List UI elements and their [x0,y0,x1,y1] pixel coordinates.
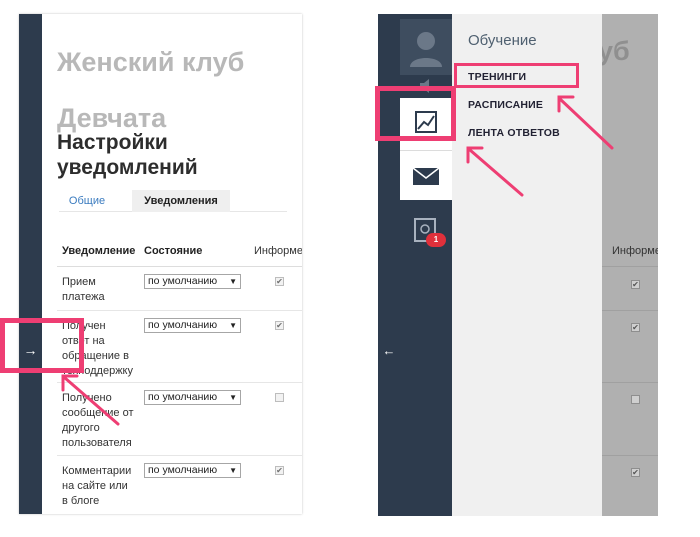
settings-page: Женский клуб Девчата Настройки уведомлен… [42,14,302,514]
column-header-inform: Информе [254,245,302,257]
notification-badge: 1 [426,233,446,247]
collapse-sidebar-arrow-icon[interactable]: ← [382,344,396,358]
collapsed-sidebar: → [19,14,42,514]
state-select[interactable]: по умолчанию ▼ [144,274,241,289]
column-header-notification: Уведомление [62,245,136,257]
state-select[interactable]: по умолчанию ▼ [144,463,241,478]
dropdown-arrow-icon: ▼ [229,277,237,286]
highlight-box-chart [375,86,456,141]
settings-tabs: Общие Уведомления [59,190,287,212]
state-select[interactable]: по умолчанию ▼ [144,390,241,405]
background-checkbox: ✔ [631,468,640,477]
left-screenshot-panel: → Женский клуб Девчата Настройки уведомл… [19,14,302,514]
dropdown-arrow-icon: ▼ [229,393,237,402]
table-row: Комментарии на сайте или в блоге по умол… [57,456,302,514]
background-divider [602,382,658,383]
dropdown-arrow-icon: ▼ [229,321,237,330]
background-checkbox [631,395,640,404]
inform-checkbox[interactable]: ✔ [275,277,284,286]
tab-notifications[interactable]: Уведомления [132,190,230,212]
notification-label: Прием платежа [62,276,105,303]
flyout-menu: Обучение ТРЕНИНГИ РАСПИСАНИЕ ЛЕНТА ОТВЕТ… [452,14,602,516]
state-select[interactable]: по умолчанию ▼ [144,318,241,333]
background-divider [602,266,658,267]
dropdown-arrow-icon: ▼ [229,466,237,475]
menu-title: Обучение [468,32,537,49]
table-row: Получено сообщение от другого пользовате… [57,383,302,456]
certificate-icon[interactable] [400,207,452,259]
menu-item-schedule[interactable]: РАСПИСАНИЕ [468,99,543,111]
background-site-title: уб [598,36,630,66]
highlight-box-expand [0,318,84,373]
inform-checkbox[interactable] [275,393,284,402]
page-title: Настройки уведомлений [57,131,198,179]
inform-checkbox[interactable]: ✔ [275,321,284,330]
background-divider [602,455,658,456]
menu-item-answers-feed[interactable]: ЛЕНТА ОТВЕТОВ [468,127,560,139]
avatar-icon[interactable] [400,19,452,75]
notification-label: Получено сообщение от другого пользовате… [62,392,134,449]
background-checkbox: ✔ [631,323,640,332]
tab-general[interactable]: Общие [59,190,115,212]
background-checkbox: ✔ [631,280,640,289]
inform-checkbox[interactable]: ✔ [275,466,284,475]
background-divider [602,310,658,311]
mail-icon[interactable] [400,150,452,200]
table-row: Прием платежа по умолчанию ▼ ✔ [57,267,302,311]
background-column-header: Информе [612,245,658,257]
table-row: Получен ответ на обращение в техподдержк… [57,311,302,383]
notification-label: Комментарии на сайте или в блоге [62,465,132,507]
highlight-box-trainings [454,63,579,88]
column-header-state: Состояние [144,245,203,257]
